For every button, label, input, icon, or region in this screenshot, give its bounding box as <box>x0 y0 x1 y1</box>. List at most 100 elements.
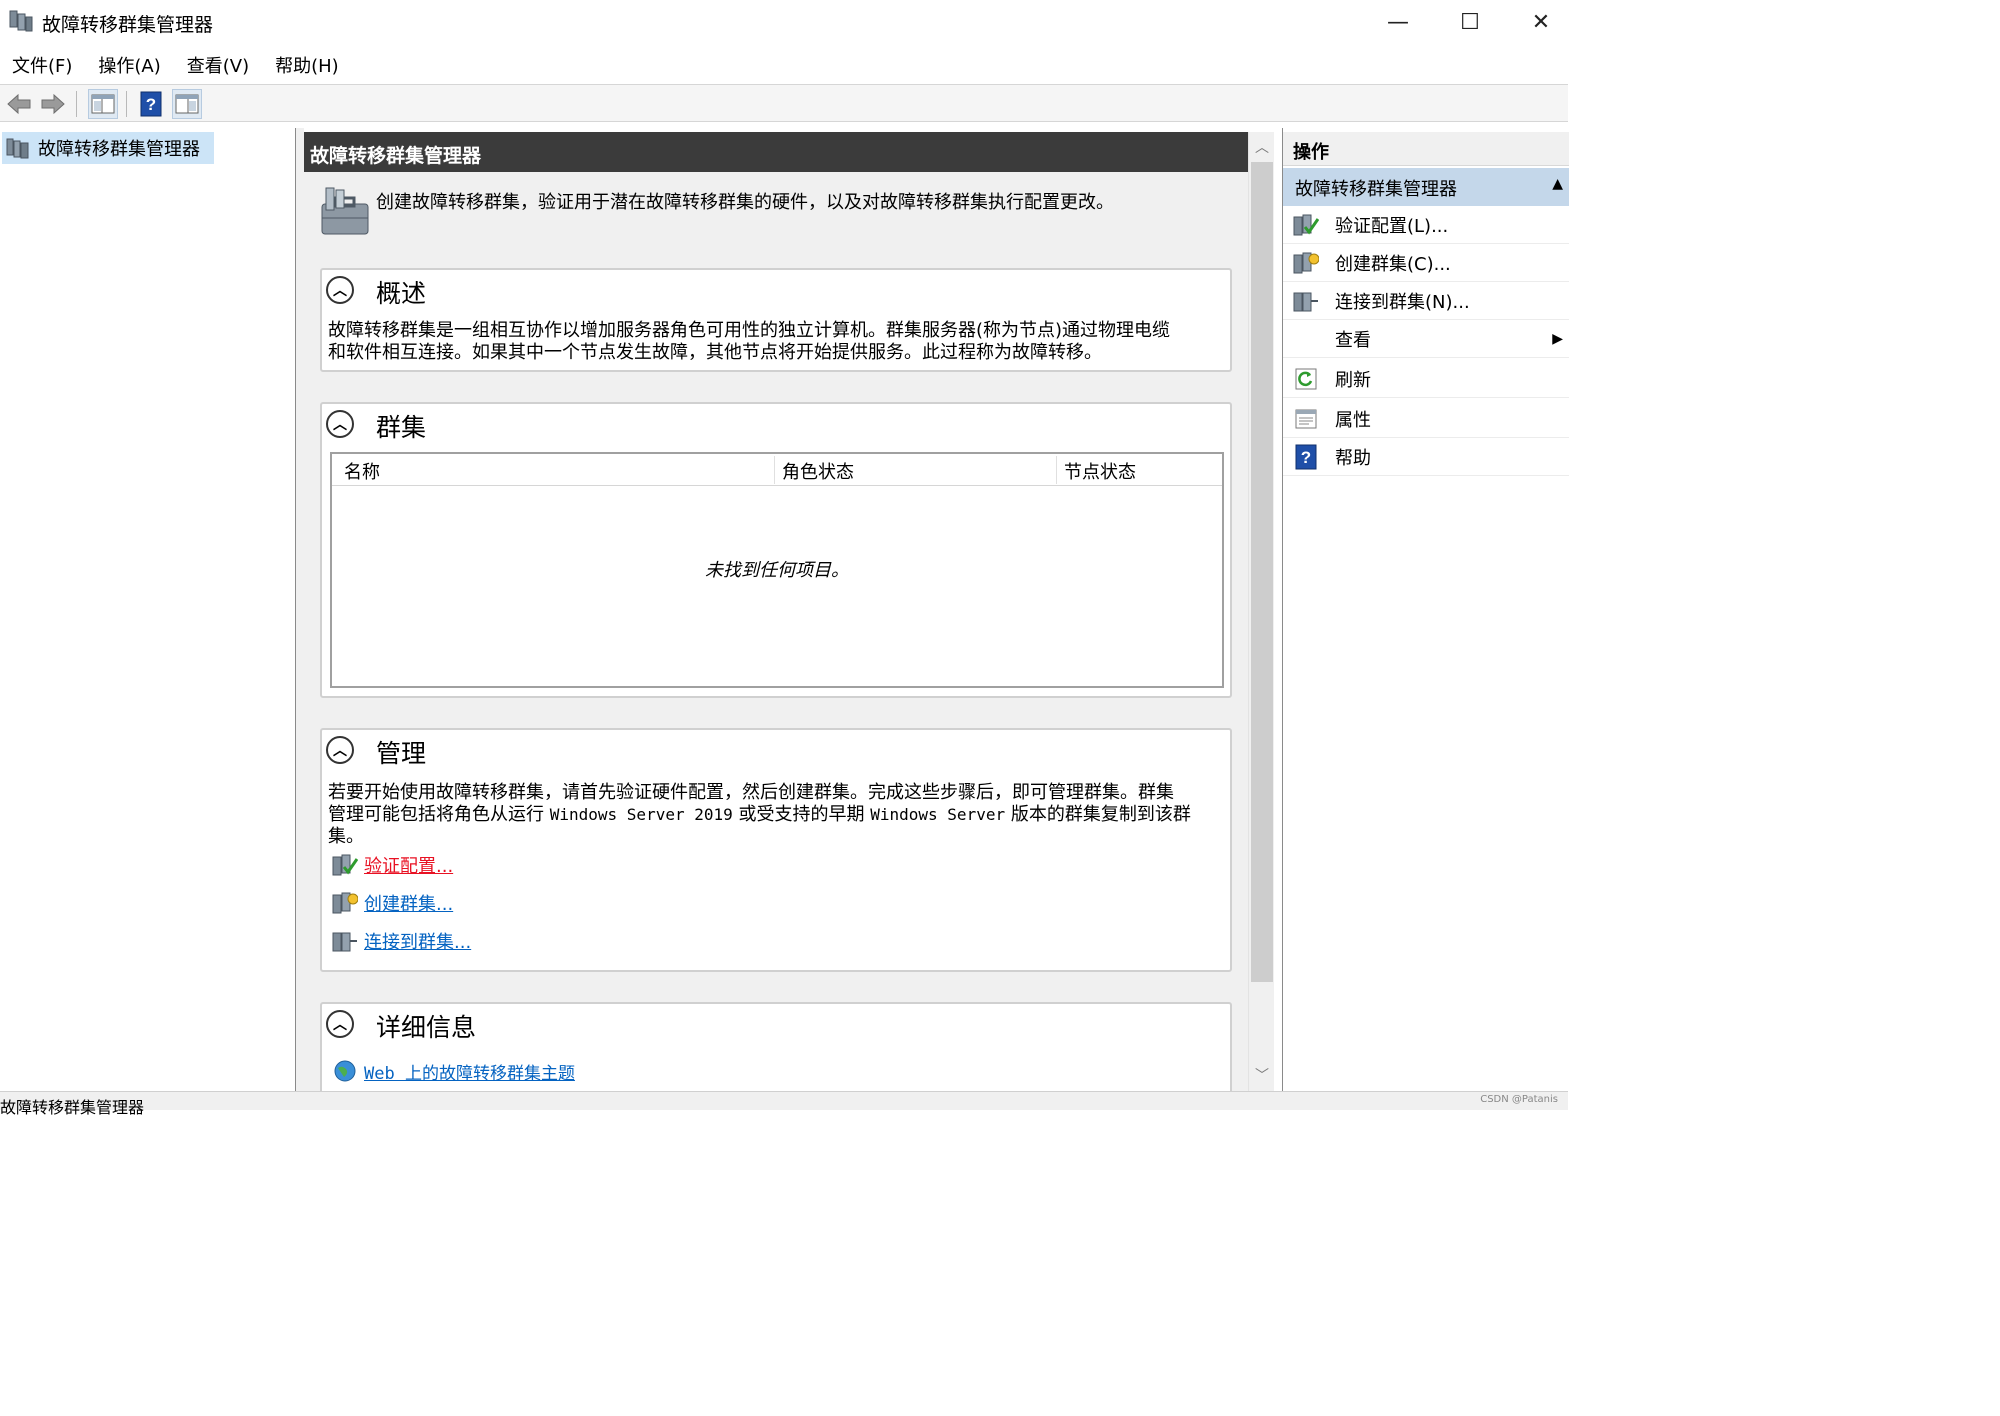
collapse-overview-button[interactable]: ︿ <box>326 276 354 304</box>
section-management: ︿ 管理 若要开始使用故障转移群集，请首先验证硬件配置，然后创建群集。完成这些步… <box>320 728 1232 972</box>
scroll-up-arrow-icon[interactable]: ︿ <box>1249 134 1275 160</box>
action-help[interactable]: ? 帮助 <box>1283 438 1569 476</box>
forward-arrow-icon[interactable] <box>38 89 68 119</box>
windows-server-2019-text: Windows Server 2019 <box>549 805 733 824</box>
action-label: 创建群集(C)... <box>1335 253 1451 275</box>
validate-config-icon <box>332 854 358 876</box>
section-title-management: 管理 <box>376 739 427 768</box>
connect-cluster-icon <box>1293 292 1318 311</box>
actions-group-header[interactable]: 故障转移群集管理器 ▲ <box>1283 168 1569 206</box>
action-label: 属性 <box>1335 409 1371 431</box>
svg-text:?: ? <box>146 95 156 114</box>
management-line-3: 集。 <box>328 826 364 847</box>
overview-text: 故障转移群集是一组相互协作以增加服务器角色可用性的独立计算机。群集服务器(称为节… <box>328 320 1224 364</box>
action-label: 刷新 <box>1335 369 1371 391</box>
column-header-role-status[interactable]: 角色状态 <box>782 458 854 484</box>
tree-node-cluster-manager[interactable]: 故障转移群集管理器 <box>2 132 214 164</box>
web-globe-icon <box>334 1060 356 1082</box>
properties-icon <box>1295 409 1317 428</box>
menu-view[interactable]: 查看(V) <box>187 52 249 78</box>
column-divider[interactable] <box>1056 456 1057 484</box>
action-label: 验证配置(L)... <box>1335 215 1449 237</box>
action-label: 查看 <box>1335 329 1371 351</box>
submenu-arrow-icon: ▶ <box>1552 330 1563 347</box>
management-text: 若要开始使用故障转移群集，请首先验证硬件配置，然后创建群集。完成这些步骤后，即可… <box>328 782 1224 848</box>
action-label: 帮助 <box>1335 447 1371 469</box>
console-tree-pane: 故障转移群集管理器 <box>0 128 296 1091</box>
status-text: 故障转移群集管理器 <box>0 1098 145 1117</box>
cluster-manager-node-icon <box>6 138 29 159</box>
show-console-tree-icon[interactable] <box>88 89 118 119</box>
column-divider[interactable] <box>774 456 775 484</box>
management-line-2: 管理可能包括将角色从运行 Windows Server 2019 或受支持的早期… <box>328 804 1224 826</box>
center-pane-scrollbar[interactable]: ︿ ﹀ <box>1248 132 1274 1091</box>
column-header-name[interactable]: 名称 <box>344 458 380 484</box>
actions-pane: 操作 故障转移群集管理器 ▲ 验证配置(L)... 创建群集(C)... 连接到… <box>1282 128 1569 1091</box>
toolbar-separator <box>76 91 77 117</box>
window-title: 故障转移群集管理器 <box>42 14 214 36</box>
maximize-button[interactable]: ☐ <box>1434 0 1506 44</box>
close-button[interactable]: ✕ <box>1505 0 1577 44</box>
management-line-2e: 版本的群集复制到该群 <box>1010 804 1191 825</box>
center-pane: 故障转移群集管理器 创建故障转移群集，验证用于潜在故障转移群集的硬件，以及对故障… <box>304 132 1248 1091</box>
validate-config-link[interactable]: 验证配置... <box>364 852 453 878</box>
web-topics-link[interactable]: Web 上的故障转移群集主题 <box>364 1059 575 1084</box>
scrollbar-thumb[interactable] <box>1251 162 1273 982</box>
status-bar: 故障转移群集管理器 CSDN @Patanis <box>0 1091 1568 1117</box>
overview-line-1: 故障转移群集是一组相互协作以增加服务器角色可用性的独立计算机。群集服务器(称为节… <box>328 320 1171 341</box>
management-line-2c: 或受支持的早期 <box>738 804 865 825</box>
collapse-clusters-button[interactable]: ︿ <box>326 410 354 438</box>
validate-config-link-row[interactable]: 验证配置... <box>332 852 453 878</box>
action-view[interactable]: 查看 ▶ <box>1283 320 1569 358</box>
validate-config-icon <box>1293 214 1319 235</box>
cluster-toolbox-icon <box>321 187 369 235</box>
web-topics-link-row[interactable]: Web 上的故障转移群集主题 <box>332 1058 575 1084</box>
help-icon[interactable]: ? <box>136 89 166 119</box>
menu-file[interactable]: 文件(F) <box>12 52 72 78</box>
cluster-manager-app-icon <box>9 10 33 32</box>
help-icon: ? <box>1295 444 1317 469</box>
clusters-empty-message: 未找到任何项目。 <box>705 560 849 581</box>
back-arrow-icon[interactable] <box>4 89 34 119</box>
collapse-up-icon[interactable]: ▲ <box>1552 176 1563 192</box>
create-cluster-link-row[interactable]: 创建群集... <box>332 890 453 916</box>
action-label: 连接到群集(N)... <box>1335 291 1470 313</box>
collapse-management-button[interactable]: ︿ <box>326 736 354 764</box>
center-pane-header: 故障转移群集管理器 <box>304 132 1248 172</box>
section-clusters: ︿ 群集 名称 角色状态 节点状态 未找到任何项目。 <box>320 402 1232 698</box>
menu-action[interactable]: 操作(A) <box>98 52 160 78</box>
blank-icon <box>1293 326 1319 352</box>
scroll-down-arrow-icon[interactable]: ﹀ <box>1249 1062 1275 1088</box>
action-validate-config[interactable]: 验证配置(L)... <box>1283 206 1569 244</box>
connect-cluster-icon <box>332 932 357 952</box>
clusters-table[interactable]: 名称 角色状态 节点状态 未找到任何项目。 <box>330 452 1224 688</box>
clusters-table-header: 名称 角色状态 节点状态 <box>332 454 1222 486</box>
connect-cluster-link-row[interactable]: 连接到群集... <box>332 928 471 954</box>
section-title-details: 详细信息 <box>376 1013 477 1042</box>
refresh-icon <box>1295 368 1317 389</box>
connect-cluster-link[interactable]: 连接到群集... <box>364 928 471 954</box>
action-connect-cluster[interactable]: 连接到群集(N)... <box>1283 282 1569 320</box>
pane-splitter[interactable] <box>296 128 304 1091</box>
action-properties[interactable]: 属性 <box>1283 400 1569 438</box>
tree-node-label: 故障转移群集管理器 <box>38 139 200 160</box>
title-bar: 故障转移群集管理器 — ☐ ✕ <box>0 0 1568 44</box>
windows-server-text: Windows Server <box>870 805 1006 824</box>
toolbar-separator <box>126 91 127 117</box>
actions-header: 操作 <box>1283 132 1569 166</box>
menu-help[interactable]: 帮助(H) <box>275 52 339 78</box>
create-cluster-link[interactable]: 创建群集... <box>364 890 453 916</box>
svg-text:?: ? <box>1301 448 1311 467</box>
column-header-node-status[interactable]: 节点状态 <box>1064 458 1136 484</box>
collapse-details-button[interactable]: ︿ <box>326 1010 354 1038</box>
show-action-pane-icon[interactable] <box>172 89 202 119</box>
section-details: ︿ 详细信息 Web 上的故障转移群集主题 <box>320 1002 1232 1091</box>
section-title-clusters: 群集 <box>376 413 427 442</box>
minimize-button[interactable]: — <box>1362 0 1434 44</box>
section-overview: ︿ 概述 故障转移群集是一组相互协作以增加服务器角色可用性的独立计算机。群集服务… <box>320 268 1232 372</box>
action-create-cluster[interactable]: 创建群集(C)... <box>1283 244 1569 282</box>
intro-description: 创建故障转移群集，验证用于潜在故障转移群集的硬件，以及对故障转移群集执行配置更改… <box>376 192 1114 213</box>
action-refresh[interactable]: 刷新 <box>1283 360 1569 398</box>
menu-bar: 文件(F) 操作(A) 查看(V) 帮助(H) <box>0 48 1568 82</box>
management-line-1: 若要开始使用故障转移群集，请首先验证硬件配置，然后创建群集。完成这些步骤后，即可… <box>328 782 1174 803</box>
